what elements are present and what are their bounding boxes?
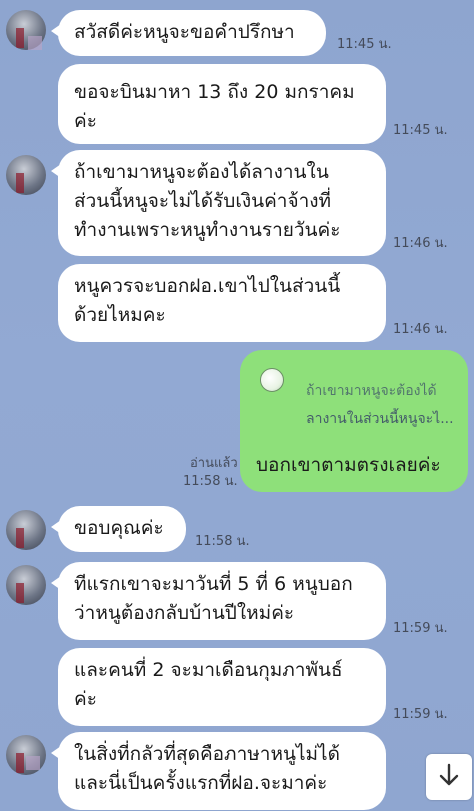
avatar-blur-mark (26, 756, 40, 770)
quoted-text-line: ลางานในส่วนนี้หนูจะไ... (306, 411, 454, 427)
message-time: 11:46 น. (393, 236, 448, 251)
read-label: อ่านแล้ว (189, 456, 238, 471)
my-reply-bubble[interactable]: ถ้าเขามาหนูจะต้องได้ ลางานในส่วนนี้หนูจะ… (240, 350, 468, 492)
message-time: 11:45 น. (337, 37, 392, 52)
message-bubble[interactable]: ถ้าเขามาหนูจะต้องได้ลางานใน ส่วนนี้หนูจะ… (51, 150, 386, 256)
read-receipt: อ่านแล้ว 11:58 น. (183, 455, 238, 491)
my-reply-text: บอกเขาตามตรงเลยค่ะ (256, 454, 441, 476)
quoted-text-line: ถ้าเขามาหนูจะต้องได้ (306, 383, 437, 399)
message-bubble[interactable]: หนูควรจะบอกฝอ.เขาไปในส่วนนี้ ด้วยไหมคะ (58, 264, 386, 342)
message-bubble[interactable]: ขอบคุณค่ะ (51, 506, 186, 552)
message-bubble[interactable]: สวัสดีค่ะหนูจะขอคำปรึกษา (51, 10, 326, 56)
message-time: 11:59 น. (393, 707, 448, 722)
message-bubble[interactable]: ในสิ่งที่กลัวที่สุดคือภาษาหนูไม่ได้ และน… (51, 732, 386, 810)
message-bubble[interactable]: และคนที่ 2 จะมาเดือนกุมภาพันธ์ ค่ะ (58, 648, 386, 726)
quoted-message[interactable]: ถ้าเขามาหนูจะต้องได้ ลางานในส่วนนี้หนูจะ… (254, 362, 456, 434)
message-time: 11:58 น. (195, 534, 250, 549)
message-time: 11:59 น. (393, 621, 448, 636)
message-time: 11:46 น. (393, 322, 448, 337)
sender-avatar[interactable] (6, 155, 46, 195)
message-bubble[interactable]: ทีแรกเขาจะมาวันที่ 5 ที่ 6 หนูบอก ว่าหนู… (51, 562, 386, 640)
sender-avatar[interactable] (6, 510, 46, 550)
scroll-to-bottom-button[interactable] (426, 754, 472, 800)
message-bubble[interactable]: ขอจะบินมาหา 13 ถึง 20 มกราคม ค่ะ (58, 64, 386, 144)
message-time: 11:45 น. (393, 123, 448, 138)
quoted-avatar (260, 368, 284, 392)
avatar-blur-mark (28, 36, 42, 50)
arrow-down-icon (436, 762, 462, 792)
reply-time: 11:58 น. (183, 474, 238, 489)
sender-avatar[interactable] (6, 565, 46, 605)
